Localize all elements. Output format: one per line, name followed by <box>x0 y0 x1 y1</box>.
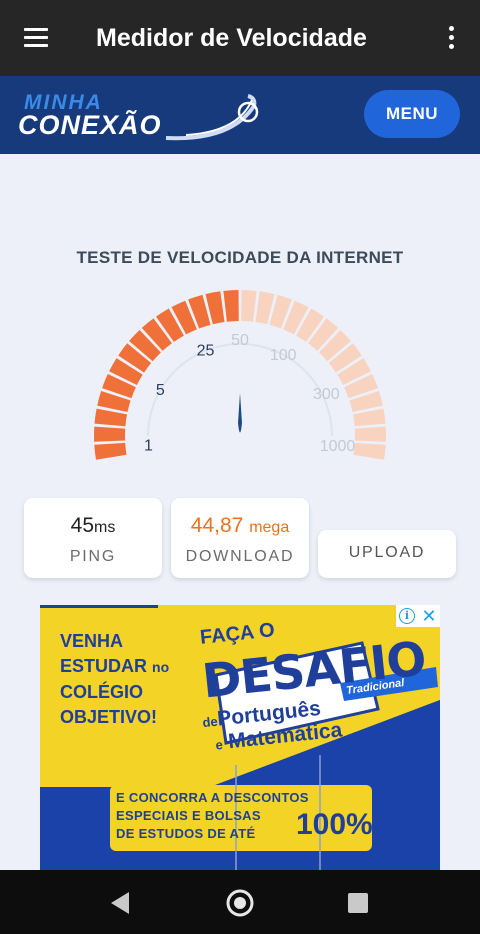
ping-unit: ms <box>94 519 116 536</box>
ping-number: 45 <box>70 514 95 537</box>
gauge-segments <box>93 290 387 460</box>
close-icon[interactable]: ✕ <box>420 606 438 626</box>
upload-button[interactable]: UPLOAD <box>318 530 456 578</box>
ad-left-no: no <box>152 659 170 675</box>
ad-controls: i ✕ <box>396 605 440 627</box>
logo-line2: CONEXÃO <box>18 109 162 140</box>
ping-card: 45ms PING <box>24 498 162 578</box>
speed-gauge: 1 5 25 50 100 300 1000 <box>93 290 387 460</box>
minha-conexao-logo[interactable]: MINHA CONEXÃO <box>16 86 261 146</box>
site-header: MINHA CONEXÃO MENU <box>0 76 480 154</box>
gauge-segment <box>93 426 126 442</box>
gauge-segment <box>94 408 127 427</box>
ad-left-line1: VENHA <box>60 631 124 651</box>
site-menu-button[interactable]: MENU <box>364 90 460 138</box>
gauge-segment <box>94 442 127 460</box>
download-number: 44,87 <box>190 514 244 537</box>
ad-bottom-line2: ESPECIAIS E BOLSAS <box>116 808 261 823</box>
app-bar: Medidor de Velocidade <box>0 0 480 76</box>
gauge-segment <box>353 408 386 427</box>
ad-bottom-text: E CONCORRA A DESCONTOS ESPECIAIS E BOLSA… <box>116 789 309 843</box>
upload-label: UPLOAD <box>348 544 426 561</box>
back-triangle-icon[interactable] <box>103 886 137 920</box>
download-label: DOWNLOAD <box>185 548 295 565</box>
ad-left-line2: ESTUDAR no <box>60 654 169 680</box>
app-title: Medidor de Velocidade <box>96 24 367 52</box>
download-unit: mega <box>249 519 290 536</box>
ping-value: 45ms <box>24 514 162 538</box>
home-circle-icon[interactable] <box>223 886 257 920</box>
ad-banner[interactable]: VENHA ESTUDAR no COLÉGIO OBJETIVO! FAÇA … <box>40 605 440 870</box>
gauge-label-300: 300 <box>313 386 340 403</box>
gauge-segment <box>354 426 387 442</box>
ad-percent: 100% <box>296 808 373 841</box>
ad-left-line3: COLÉGIO <box>60 682 144 702</box>
gauge-label-1: 1 <box>144 438 153 455</box>
gauge-label-100: 100 <box>270 347 297 364</box>
ad-left-estudar: ESTUDAR <box>60 656 148 676</box>
gauge-label-25: 25 <box>197 343 215 360</box>
gauge-segment <box>223 290 239 322</box>
gauge-label-50: 50 <box>231 332 249 349</box>
ad-bottom-line3: DE ESTUDOS DE ATÉ <box>116 826 256 841</box>
ping-label: PING <box>69 548 117 565</box>
ad-subject1-prefix: de <box>201 713 219 731</box>
more-vert-icon[interactable] <box>440 24 464 52</box>
gauge-segment <box>353 442 386 460</box>
speed-test-title: TESTE DE VELOCIDADE DA INTERNET <box>76 248 404 267</box>
gauge-needle <box>238 393 242 433</box>
recents-square-icon[interactable] <box>341 886 375 920</box>
info-icon[interactable]: i <box>399 608 415 624</box>
download-card: 44,87 mega DOWNLOAD <box>171 498 309 578</box>
download-value: 44,87 mega <box>171 514 309 538</box>
gauge-segment <box>241 290 257 322</box>
gauge-label-1000: 1000 <box>320 438 356 455</box>
hamburger-menu-icon[interactable] <box>22 26 52 50</box>
ad-left-line4: OBJETIVO! <box>60 707 158 727</box>
ad-subject2-prefix: e <box>214 736 224 753</box>
ad-left-text: VENHA ESTUDAR no COLÉGIO OBJETIVO! <box>60 629 169 730</box>
ad-bottom-line1: E CONCORRA A DESCONTOS <box>116 790 309 805</box>
gauge-label-5: 5 <box>156 382 165 399</box>
system-nav-bar <box>0 870 480 934</box>
